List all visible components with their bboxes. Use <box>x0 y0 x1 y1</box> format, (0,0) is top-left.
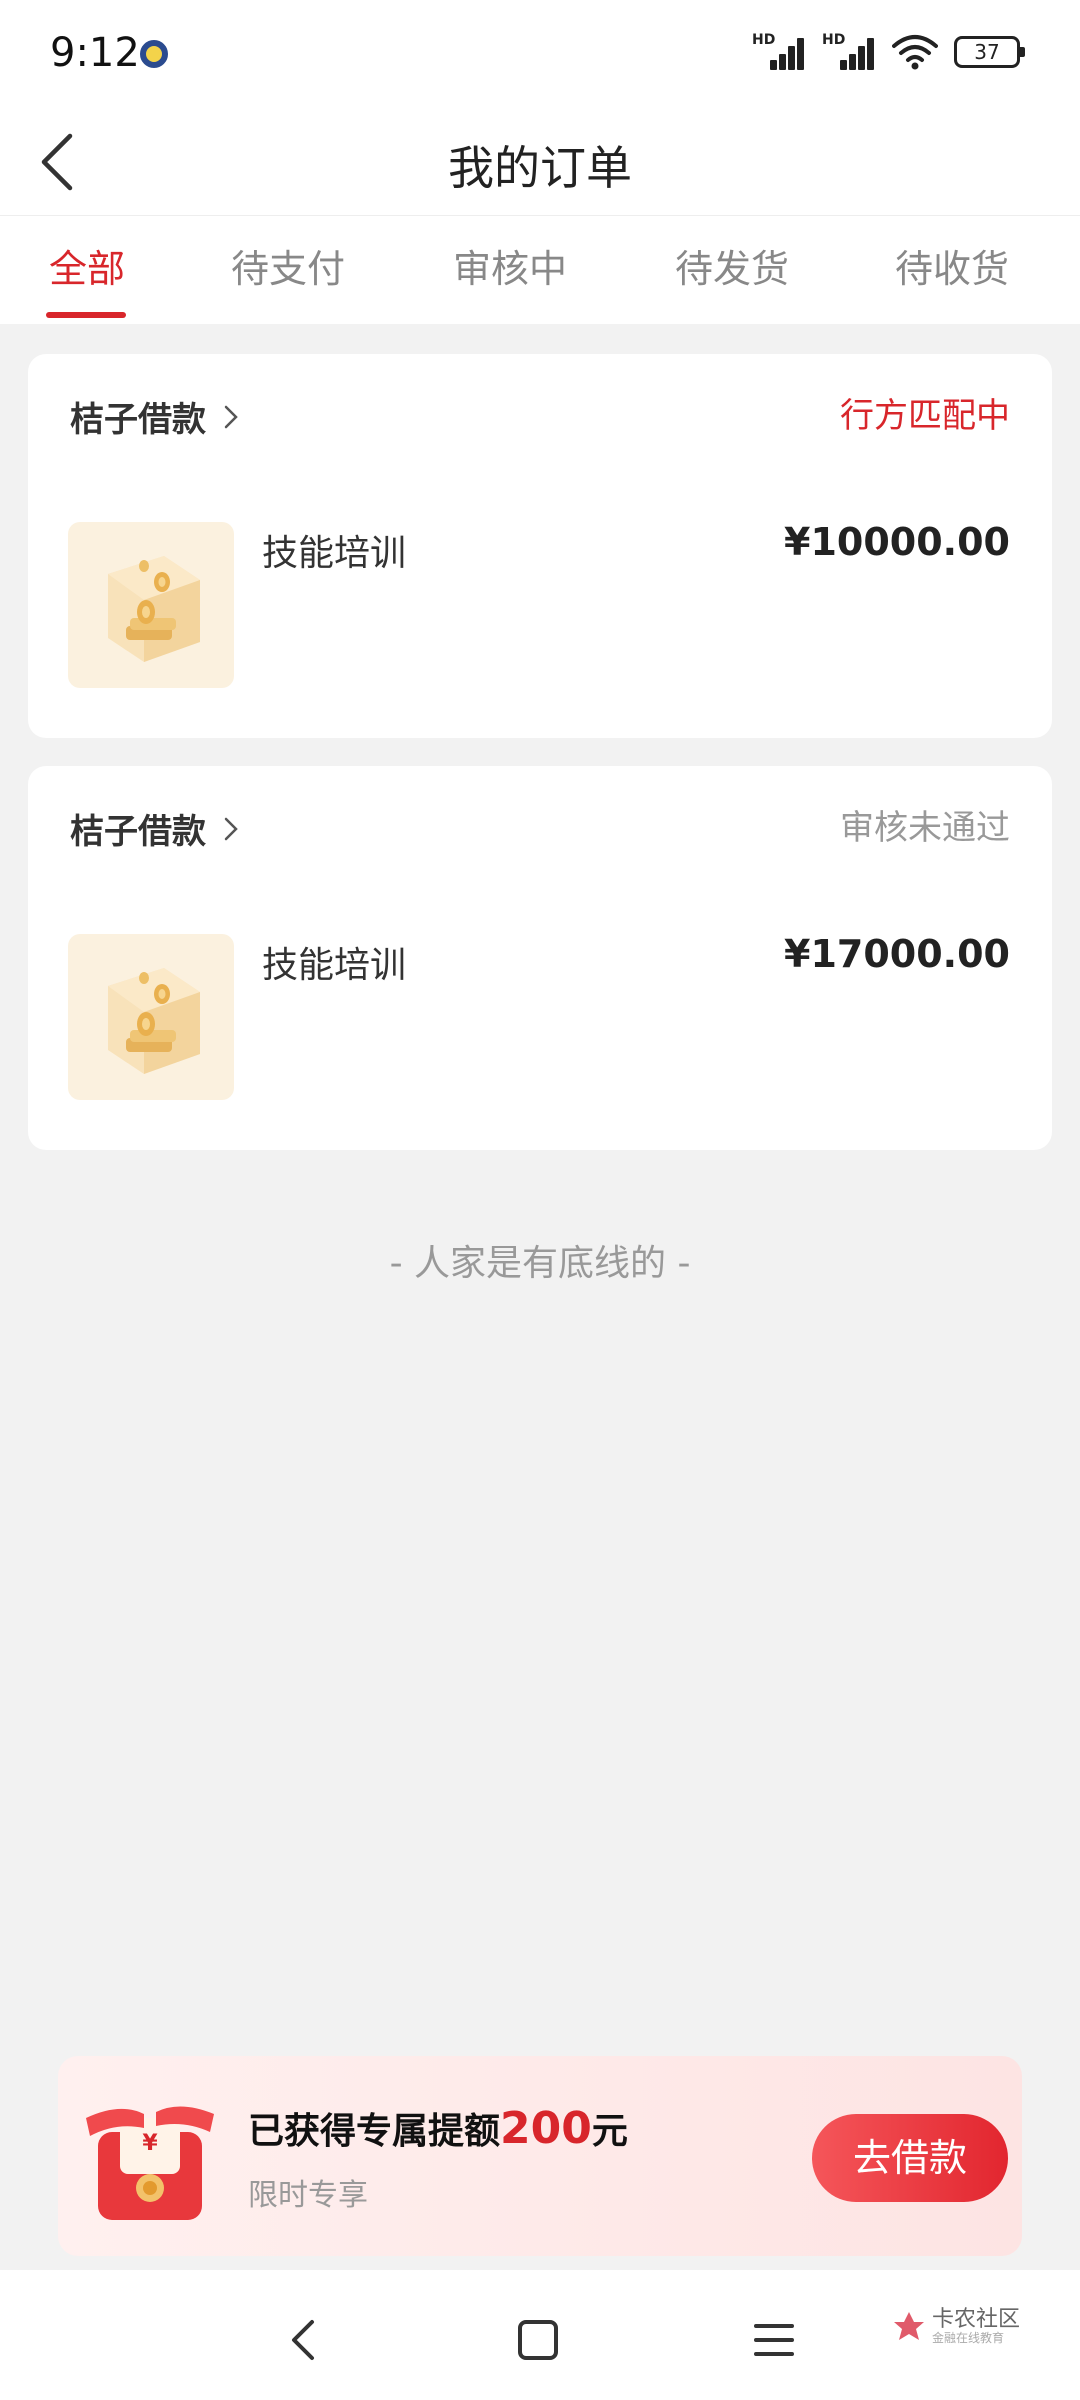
tab-under-review[interactable]: 审核中 <box>452 238 568 293</box>
status-bar: 9:12 HD HD 37 <box>0 0 1080 108</box>
active-tab-indicator <box>46 312 126 318</box>
network-type-label: HD <box>752 32 776 48</box>
product-thumbnail <box>68 934 234 1100</box>
red-envelope-gift-icon: ¥ <box>86 2106 214 2220</box>
promo-subtitle: 限时专享 <box>248 2178 368 2213</box>
order-tabs: 全部 待支付 审核中 待发货 待收货 <box>0 216 1080 324</box>
promo-amount: 200 <box>500 2103 592 2154</box>
product-thumbnail <box>68 522 234 688</box>
watermark: 卡农社区 金融在线教育 <box>892 2307 1020 2346</box>
coin-box-icon <box>108 968 200 1074</box>
tab-all[interactable]: 全部 <box>46 238 128 293</box>
merchant-name: 桔子借款 <box>70 400 206 440</box>
watermark-title: 卡农社区 <box>931 2307 1020 2332</box>
product-name: 技能培训 <box>262 533 407 574</box>
signal-icon: HD <box>822 32 876 70</box>
battery-icon: 37 <box>954 36 1025 68</box>
signal-icon: HD <box>752 32 806 70</box>
notification-app-icon <box>140 40 168 68</box>
watermark-logo-icon <box>893 2311 924 2340</box>
wifi-icon <box>892 35 938 70</box>
order-card[interactable]: 桔子借款 审核未通过 技能培训 ¥17000.00 <box>28 766 1052 1150</box>
status-indicators: HD HD 37 <box>752 32 1025 70</box>
system-back-icon[interactable] <box>274 2310 334 2370</box>
borrow-button[interactable]: 去借款 <box>812 2114 1008 2202</box>
product-name: 技能培训 <box>262 945 407 986</box>
order-status: 审核未通过 <box>840 808 1010 848</box>
gift-symbol: ¥ <box>142 2131 158 2156</box>
system-menu-icon[interactable] <box>744 2310 804 2370</box>
tab-pending-receipt[interactable]: 待收货 <box>894 238 1010 293</box>
merchant-link[interactable]: 桔子借款 <box>70 392 242 441</box>
coin-box-icon <box>108 556 200 662</box>
nav-bar: 我的订单 <box>0 108 1080 216</box>
tab-pending-payment[interactable]: 待支付 <box>230 238 346 293</box>
merchant-name: 桔子借款 <box>70 812 206 852</box>
system-nav-bar: 卡农社区 金融在线教育 <box>0 2270 1080 2400</box>
merchant-link[interactable]: 桔子借款 <box>70 804 242 853</box>
page-title: 我的订单 <box>448 141 632 195</box>
promo-title: 已获得专属提额200元 <box>248 2102 628 2154</box>
system-home-icon[interactable] <box>508 2310 568 2370</box>
network-type-label: HD <box>822 32 846 48</box>
promo-banner[interactable]: ¥ 已获得专属提额200元 限时专享 去借款 <box>58 2056 1022 2256</box>
chevron-right-icon <box>224 405 238 428</box>
status-time: 9:12 <box>50 30 140 76</box>
chevron-right-icon <box>224 817 238 840</box>
tab-pending-shipment[interactable]: 待发货 <box>674 238 790 293</box>
product-price: ¥17000.00 <box>784 932 1010 976</box>
list-end-text: - 人家是有底线的 - <box>389 1243 691 1284</box>
product-price: ¥10000.00 <box>784 520 1010 564</box>
order-status: 行方匹配中 <box>840 396 1010 436</box>
promo-title-text: 已获得专属提额 <box>248 2111 501 2152</box>
watermark-subtitle: 金融在线教育 <box>931 2331 1004 2346</box>
promo-unit: 元 <box>591 2111 628 2152</box>
order-card[interactable]: 桔子借款 行方匹配中 技能培训 ¥10000.00 <box>28 354 1052 738</box>
